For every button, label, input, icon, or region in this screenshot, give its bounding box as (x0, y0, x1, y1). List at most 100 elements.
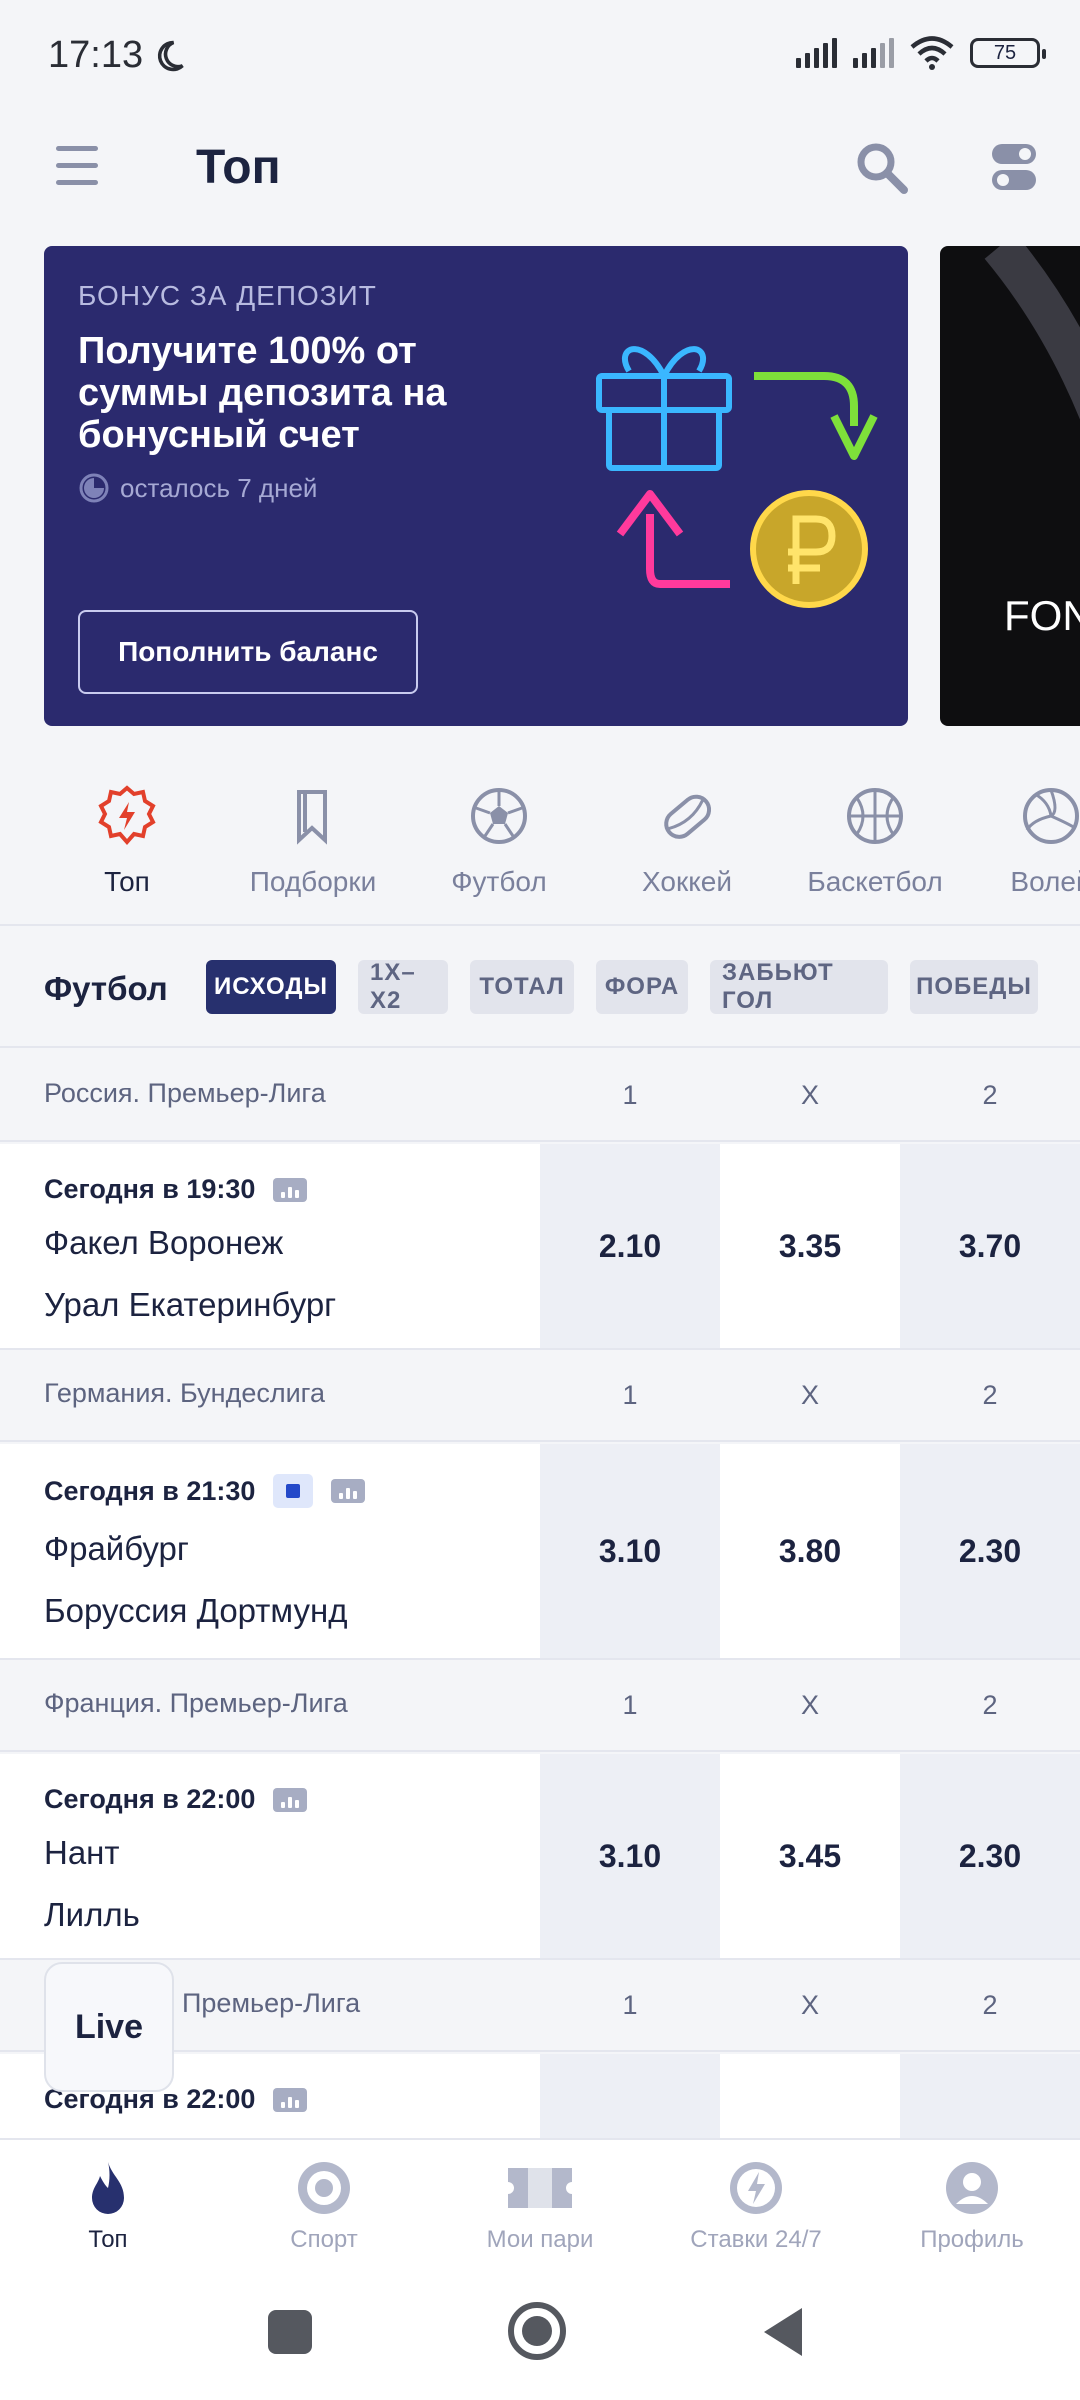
match-row[interactable]: Сегодня в 19:30 Факел Воронеж Урал Екате… (0, 1144, 1080, 1350)
chip-wins[interactable]: ПОБЕДЫ (910, 960, 1038, 1014)
hockey-puck-icon (664, 794, 712, 839)
league-name: Франция. Премьер-Лига (44, 1688, 348, 1718)
odd-home[interactable] (540, 2054, 720, 2138)
menu-icon[interactable] (56, 146, 98, 186)
odds-header-2: 2 (982, 1690, 998, 1720)
battery-icon: 75 (970, 38, 1046, 68)
live-stream-icon[interactable] (273, 1474, 314, 1508)
odd-away[interactable] (900, 2054, 1080, 2138)
nav-my-bets[interactable]: Мои пари (432, 2140, 648, 2270)
match-row[interactable]: Сегодня в 22:00 Нант Лилль 3.10 3.45 2.3… (0, 1754, 1080, 1960)
odds-header-x: X (800, 1990, 819, 2020)
match-time-text: Сегодня в 22:00 (44, 1784, 256, 1814)
app-header (0, 110, 1080, 230)
bonus-banner[interactable]: БОНУС ЗА ДЕПОЗИТ Получите 100% от суммы … (44, 246, 908, 726)
odd-home[interactable]: 3.10 (540, 1754, 720, 1958)
chip-goal-scored[interactable]: ЗАБЬЮТ ГОЛ (710, 959, 888, 1014)
sport-label: Волей (1010, 866, 1080, 897)
battery-level: 75 (993, 41, 1017, 64)
wifi-icon (910, 36, 954, 70)
stats-icon[interactable] (273, 1177, 308, 1202)
basketball-icon (847, 788, 903, 844)
status-time-group: 17:13 (48, 34, 187, 77)
match-time: Сегодня в 22:00 (44, 1784, 308, 1815)
sport-item-football[interactable]: Футбол (414, 770, 584, 910)
nav-top[interactable]: Топ (0, 2140, 216, 2270)
nav-label: Ставки 24/7 (690, 2226, 822, 2253)
banner-days-left: осталось 7 дней (78, 472, 317, 504)
nav-label: Топ (88, 2226, 128, 2253)
soccer-ball-icon (471, 788, 527, 844)
stats-icon[interactable] (273, 2087, 308, 2112)
odd-draw[interactable]: 3.45 (720, 1754, 900, 1958)
profile-icon (946, 2162, 998, 2214)
odd-draw[interactable]: 3.80 (720, 1444, 900, 1658)
odds-header-1: 1 (622, 1990, 638, 2020)
search-icon[interactable] (852, 138, 912, 198)
nav-bets-247[interactable]: Ставки 24/7 (648, 2140, 864, 2270)
match-time-text: Сегодня в 21:30 (44, 1475, 256, 1506)
chip-total[interactable]: ТОТАЛ (470, 960, 574, 1014)
odd-draw[interactable]: 3.35 (720, 1144, 900, 1348)
stats-icon[interactable] (331, 1479, 366, 1503)
odds-header-x: X (800, 1690, 819, 1720)
toggle-settings-icon[interactable] (990, 140, 1038, 196)
arrow-up-icon (616, 490, 730, 588)
sport-item-basketball[interactable]: Баскетбол (790, 770, 960, 910)
top-up-button[interactable]: Пополнить баланс (78, 610, 418, 694)
league-name: Германия. Бундеслига (44, 1378, 325, 1408)
odd-home[interactable]: 3.10 (540, 1444, 720, 1658)
days-left-text: осталось 7 дней (120, 472, 318, 503)
nav-label: Мои пари (486, 2226, 594, 2253)
sport-label: Баскетбол (807, 866, 943, 897)
nav-sport[interactable]: Спорт (216, 2140, 432, 2270)
odd-home[interactable]: 2.10 (540, 1144, 720, 1348)
league-header: Россия. Премьер-Лига 1 X 2 (0, 1050, 1080, 1142)
home-button[interactable] (506, 2300, 568, 2362)
nav-profile[interactable]: Профиль (864, 2140, 1080, 2270)
match-time: Сегодня в 19:30 (44, 1174, 308, 1205)
chip-double-chance[interactable]: 1Х–Х2 (358, 959, 448, 1014)
sport-item-collections[interactable]: Подборки (228, 770, 398, 910)
sport-label: Футбол (451, 866, 547, 897)
arrow-right-icon (754, 372, 878, 460)
status-time: 17:13 (48, 34, 144, 76)
odd-away[interactable]: 2.30 (900, 1754, 1080, 1958)
sports-row: Топ Подборки Футбол Хоккей Баскетбол Вол… (0, 770, 1080, 920)
team-away: Боруссия Дортмунд (44, 1592, 348, 1629)
clock-icon (79, 473, 109, 503)
odd-away[interactable]: 3.70 (900, 1144, 1080, 1348)
match-row[interactable]: Сегодня в 21:30 Фрайбург Боруссия Дортму… (0, 1444, 1080, 1660)
swoosh-decoration (984, 246, 1080, 420)
sport-item-volleyball[interactable]: Волей (966, 770, 1080, 910)
team-away: Лилль (44, 1896, 140, 1933)
recent-apps-button[interactable] (268, 2310, 312, 2354)
odd-away[interactable]: 2.30 (900, 1444, 1080, 1658)
league-name: Премьер-Лига (182, 1988, 361, 2018)
sport-item-hockey[interactable]: Хоккей (602, 770, 772, 910)
promo-banner-2[interactable]: FON (940, 246, 1080, 726)
page-title: Топ (196, 141, 281, 194)
odds-header-2: 2 (982, 1080, 998, 1110)
sport-item-top[interactable]: Топ (42, 770, 212, 910)
chip-handicap[interactable]: ФОРА (596, 960, 688, 1014)
league-name: Россия. Премьер-Лига (44, 1078, 326, 1108)
odds-header-1: 1 (622, 1690, 638, 1720)
chip-outcomes[interactable]: ИСХОДЫ (206, 960, 336, 1014)
league-header: Германия. Бундеслига 1 X 2 (0, 1350, 1080, 1442)
sport-label: Подборки (249, 866, 377, 897)
signal-icon (796, 38, 837, 68)
market-caption: Футбол (44, 970, 168, 1007)
team-home: Нант (44, 1834, 120, 1871)
nav-label: Спорт (290, 2226, 358, 2253)
back-button[interactable] (760, 2304, 808, 2360)
sport-label: Топ (104, 866, 150, 897)
volleyball-icon (1023, 788, 1079, 844)
nav-label: Профиль (920, 2226, 1024, 2253)
stats-icon[interactable] (273, 1787, 308, 1812)
odds-header-1: 1 (622, 1080, 638, 1110)
odds-header-x: X (800, 1080, 819, 1110)
banner-headline: Получите 100% от суммы депозита на бонус… (78, 330, 447, 456)
banner-kicker: БОНУС ЗА ДЕПОЗИТ (78, 280, 377, 311)
live-button[interactable]: Live (44, 1962, 174, 2092)
